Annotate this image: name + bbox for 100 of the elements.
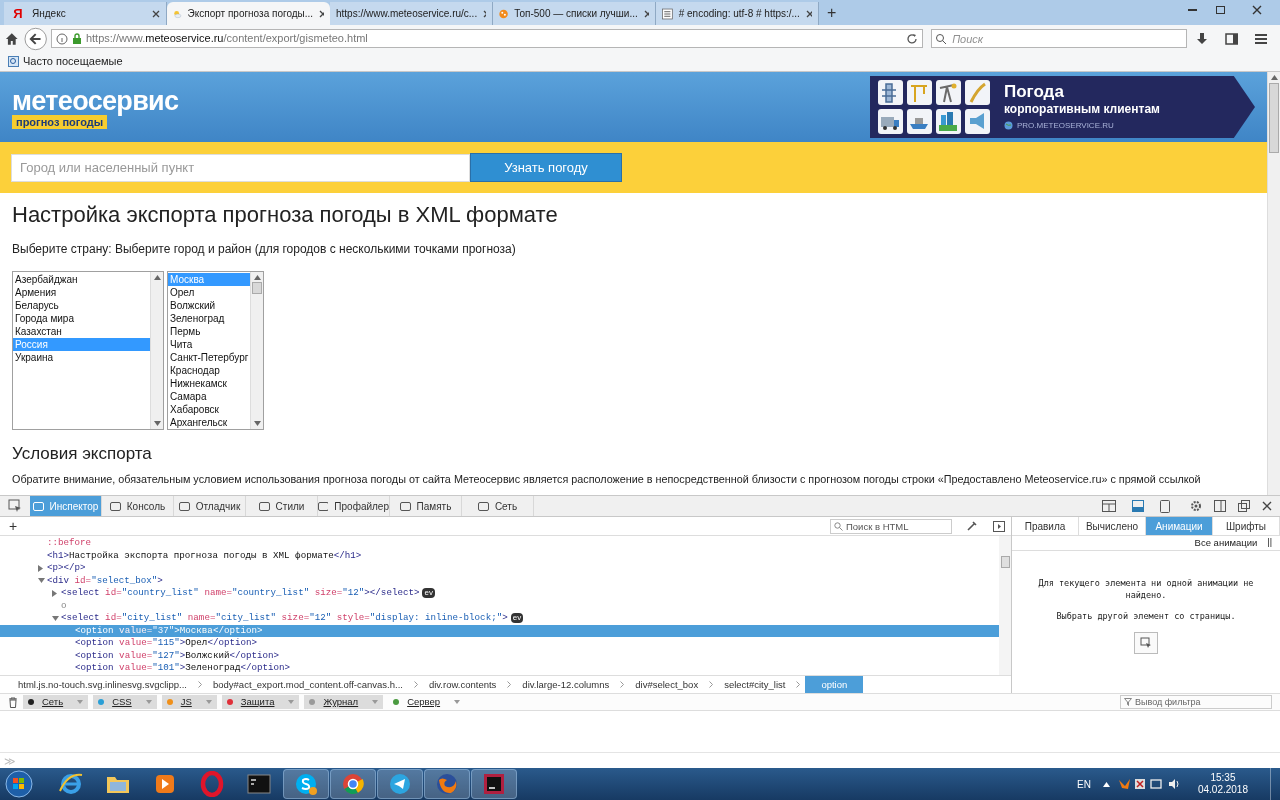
taskbar-button[interactable] [330,769,376,799]
expanded-arrow-icon[interactable] [52,615,59,621]
collapsed-arrow-icon[interactable] [52,589,57,597]
list-option[interactable]: Армения [13,286,150,299]
close-icon[interactable] [643,9,649,18]
list-option[interactable]: Чита [168,338,251,351]
taskbar-button[interactable] [283,769,329,799]
city-search-field[interactable]: Город или населенный пункт [11,153,470,182]
console-filter-button[interactable]: JS [161,695,217,709]
event-badge[interactable]: ev [422,588,435,599]
close-icon[interactable] [1262,501,1272,511]
trash-icon[interactable] [8,696,18,708]
devtools-tab[interactable]: Отладчик [174,496,246,516]
scroll-up-icon[interactable] [153,275,161,280]
tray-arrow-icon[interactable] [1102,781,1110,787]
list-option[interactable]: Пермь [168,325,251,338]
list-option[interactable]: Краснодар [168,364,251,377]
list-option[interactable]: Украина [13,351,150,364]
terminal-icon[interactable] [247,774,271,794]
breadcrumb[interactable]: div#select_box [629,675,705,694]
menu-icon[interactable] [1254,31,1268,46]
breadcrumb[interactable]: select#city_list [718,675,792,694]
layout-icon[interactable] [1102,500,1116,512]
add-node-button[interactable]: + [0,517,27,535]
list-option[interactable]: Зеленоград [168,312,251,325]
scroll-down-icon[interactable] [253,421,261,426]
close-icon[interactable] [483,9,486,18]
devtools-tab[interactable]: Стили [246,496,318,516]
breadcrumb[interactable]: div.row.contents [422,675,503,694]
pause-button[interactable]: || [1267,536,1272,550]
scroll-thumb[interactable] [252,282,263,294]
list-option[interactable]: Орел [168,286,251,299]
e-logo-icon[interactable] [58,771,84,797]
console-filter-button[interactable]: Защита [221,695,300,709]
browser-tab[interactable]: Я Яндекс [4,2,167,25]
expanded-arrow-icon[interactable] [38,578,45,584]
markup-row[interactable]: <option value="115">Орел</option> [0,637,999,650]
console-filter-button[interactable]: Сервер [388,695,466,709]
close-icon[interactable] [319,9,324,18]
scroll-thumb[interactable] [1269,83,1279,153]
list-option[interactable]: Казахстан [13,325,150,338]
markup-row[interactable]: <option value="127">Волжский</option> [0,649,999,662]
list-option[interactable]: Самара [168,390,251,403]
markup-row[interactable]: <h1>Настройка экспорта прогноза погоды в XML формате</h1> [0,549,999,562]
play-icon[interactable] [154,773,176,795]
list-option[interactable]: Архангельск [168,416,251,429]
list-option[interactable]: Волжский [168,299,251,312]
select-list[interactable]: Азербайджан Армения Беларусь Города мира Казахстан Россия Украина [12,271,164,430]
page-scrollbar[interactable] [1267,72,1280,495]
sidebar-tab[interactable]: Шрифты [1213,517,1280,535]
download-icon[interactable] [1195,31,1209,46]
fox-globe-icon[interactable] [435,772,459,796]
markup-row[interactable]: <select id="city_list" name="city_list" size="12" style="display: inline-block;"> ev [0,612,999,625]
get-weather-button[interactable]: Узнать погоду [470,153,622,182]
eyedropper-icon[interactable] [966,520,978,532]
back-button[interactable] [23,26,47,51]
sidebar-toggle-icon[interactable] [993,520,1005,532]
start-orb-icon[interactable] [4,769,34,799]
taskbar-button[interactable] [377,769,423,799]
banner-link[interactable]: PRO.METEOSERVICE.RU [1017,119,1114,132]
responsive-icon[interactable] [1160,499,1170,513]
devtools-tab[interactable]: Память [390,496,462,516]
markup-row[interactable]: <p></p> [0,562,999,575]
list-option[interactable]: Беларусь [13,299,150,312]
close-icon[interactable] [805,9,812,18]
select-list[interactable]: Москва Орел Волжский Зеленоград Пермь Чита Санкт-Петербург Краснодар Нижнекамск Самара Хабаровск Архангельск [167,271,265,430]
square-logo-icon[interactable] [483,773,505,795]
browser-tab[interactable]: Экспорт прогноза погоды... [167,2,330,25]
list-option[interactable]: Азербайджан [13,273,150,286]
markup-scrollbar[interactable] [999,536,1011,675]
chrome-icon[interactable] [341,772,365,796]
search-field[interactable]: Поиск [931,29,1188,48]
dock-icon[interactable] [1132,500,1144,512]
sidebar-tab[interactable]: Правила [1012,517,1079,535]
browser-tab[interactable]: Топ-500 — списки лучши... [493,2,656,25]
element-picker-icon[interactable] [8,499,22,513]
filter-output-field[interactable]: Вывод фильтра [1120,695,1272,709]
element-picker-button[interactable] [1134,631,1158,654]
clock-date[interactable]: 04.02.2018 [1197,784,1248,796]
markup-row[interactable]: <select id="country_list" name="country_list" size="12"></select> ev [0,587,999,600]
breadcrumb[interactable]: html.js.no-touch.svg.inlinesvg.svgclipp... [12,675,193,694]
paper-plane-icon[interactable] [388,772,412,796]
breadcrumb[interactable]: div.large-12.columns [516,675,616,694]
home-icon[interactable] [4,30,20,47]
undock-icon[interactable] [1238,500,1250,512]
html-search-field[interactable]: Поиск в HTML [830,518,952,534]
console-filter-button[interactable]: CSS [93,695,157,709]
list-option[interactable]: Хабаровск [168,403,251,416]
scrollbar[interactable] [150,272,163,429]
promo-banner[interactable]: Погода корпоративным клиентам PRO.METEOSERVICE.RU [870,76,1255,138]
new-tab-button[interactable]: + [819,2,845,25]
bookmark-link[interactable]: Часто посещаемые [23,53,123,70]
close-icon[interactable] [152,9,160,18]
scrollbar[interactable] [250,272,264,429]
list-option[interactable]: Нижнекамск [168,377,251,390]
console-filter-button[interactable]: Журнал [304,695,384,709]
browser-tab[interactable]: # encoding: utf-8 # https:/... [656,2,819,25]
clock-time[interactable]: 15:35 [1210,772,1236,784]
markup-row[interactable]: o [0,599,999,612]
settings-icon[interactable] [1190,500,1202,512]
